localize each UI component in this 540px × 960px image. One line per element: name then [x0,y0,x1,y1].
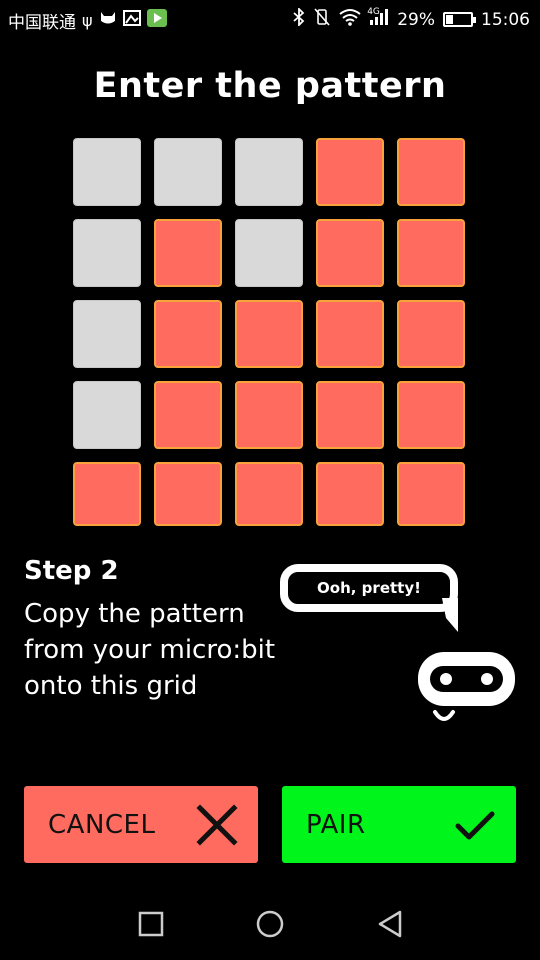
grid-cell-r5-c4[interactable] [316,462,384,526]
grid-cell-r2-c5[interactable] [397,219,465,287]
battery-level-fill [446,15,453,24]
pair-button-label: PAIR [306,809,366,840]
wifi-icon [339,8,361,31]
grid-cell-r1-c5[interactable] [397,138,465,206]
grid-cell-r3-c2[interactable] [154,300,222,368]
clock: 15:06 [481,9,530,30]
grid-cell-r4-c2[interactable] [154,381,222,449]
step-instructions: Copy the pattern from your micro:bit ont… [24,599,276,701]
grid-cell-r5-c2[interactable] [154,462,222,526]
grid-cell-r4-c1[interactable] [73,381,141,449]
grid-cell-r1-c2[interactable] [154,138,222,206]
grid-cell-r1-c4[interactable] [316,138,384,206]
grid-cell-r5-c1[interactable] [73,462,141,526]
carrier-name: 中国联通 [8,13,76,33]
mascot-right-eye [481,673,493,685]
home-icon[interactable] [256,910,284,938]
check-icon [455,811,495,840]
gallery-icon [122,10,141,31]
signal-icon: 4G [367,7,389,31]
page-title: Enter the pattern [93,66,447,106]
grid-cell-r1-c1[interactable] [73,138,141,206]
speech-bubble: Ooh, pretty! [280,564,458,612]
grid-cell-r2-c4[interactable] [316,219,384,287]
mascot-left-eye [440,673,452,685]
pair-button[interactable]: PAIR [282,786,516,863]
play-store-icon [146,9,167,32]
step-title: Step 2 [24,556,119,586]
recent-apps-icon[interactable] [137,910,165,938]
grid-cell-r4-c3[interactable] [235,381,303,449]
grid-cell-r4-c5[interactable] [397,381,465,449]
usb-icon: ψ [82,10,93,30]
mascot-smile-icon [433,710,455,721]
cancel-button-label: CANCEL [48,809,156,840]
status-bar-right: 4G 29% 15:06 [293,6,530,31]
grid-cell-r5-c5[interactable] [397,462,465,526]
mascot-face [430,666,503,692]
speech-bubble-text: Ooh, pretty! [317,579,421,597]
grid-cell-r3-c4[interactable] [316,300,384,368]
microbit-mascot-icon [418,652,515,706]
bluetooth-icon [293,6,305,31]
status-bar: 中国联通 ψ 4G 29% 15:06 [0,0,540,38]
status-bar-left: 中国联通 ψ [8,8,167,33]
cat-icon [99,10,117,31]
grid-cell-r2-c3[interactable] [235,219,303,287]
grid-cell-r3-c5[interactable] [397,300,465,368]
grid-cell-r2-c2[interactable] [154,219,222,287]
navigation-bar [0,886,540,960]
grid-cell-r1-c3[interactable] [235,138,303,206]
battery-icon [443,12,476,27]
grid-cell-r5-c3[interactable] [235,462,303,526]
vibrate-icon [313,8,331,31]
grid-cell-r4-c4[interactable] [316,381,384,449]
cancel-button[interactable]: CANCEL [24,786,258,863]
battery-percent: 29% [397,9,435,30]
close-icon [196,804,238,846]
back-icon[interactable] [376,910,404,938]
grid-cell-r3-c1[interactable] [73,300,141,368]
grid-cell-r3-c3[interactable] [235,300,303,368]
speech-bubble-tail [442,598,458,632]
grid-cell-r2-c1[interactable] [73,219,141,287]
network-type: 4G [367,7,380,17]
